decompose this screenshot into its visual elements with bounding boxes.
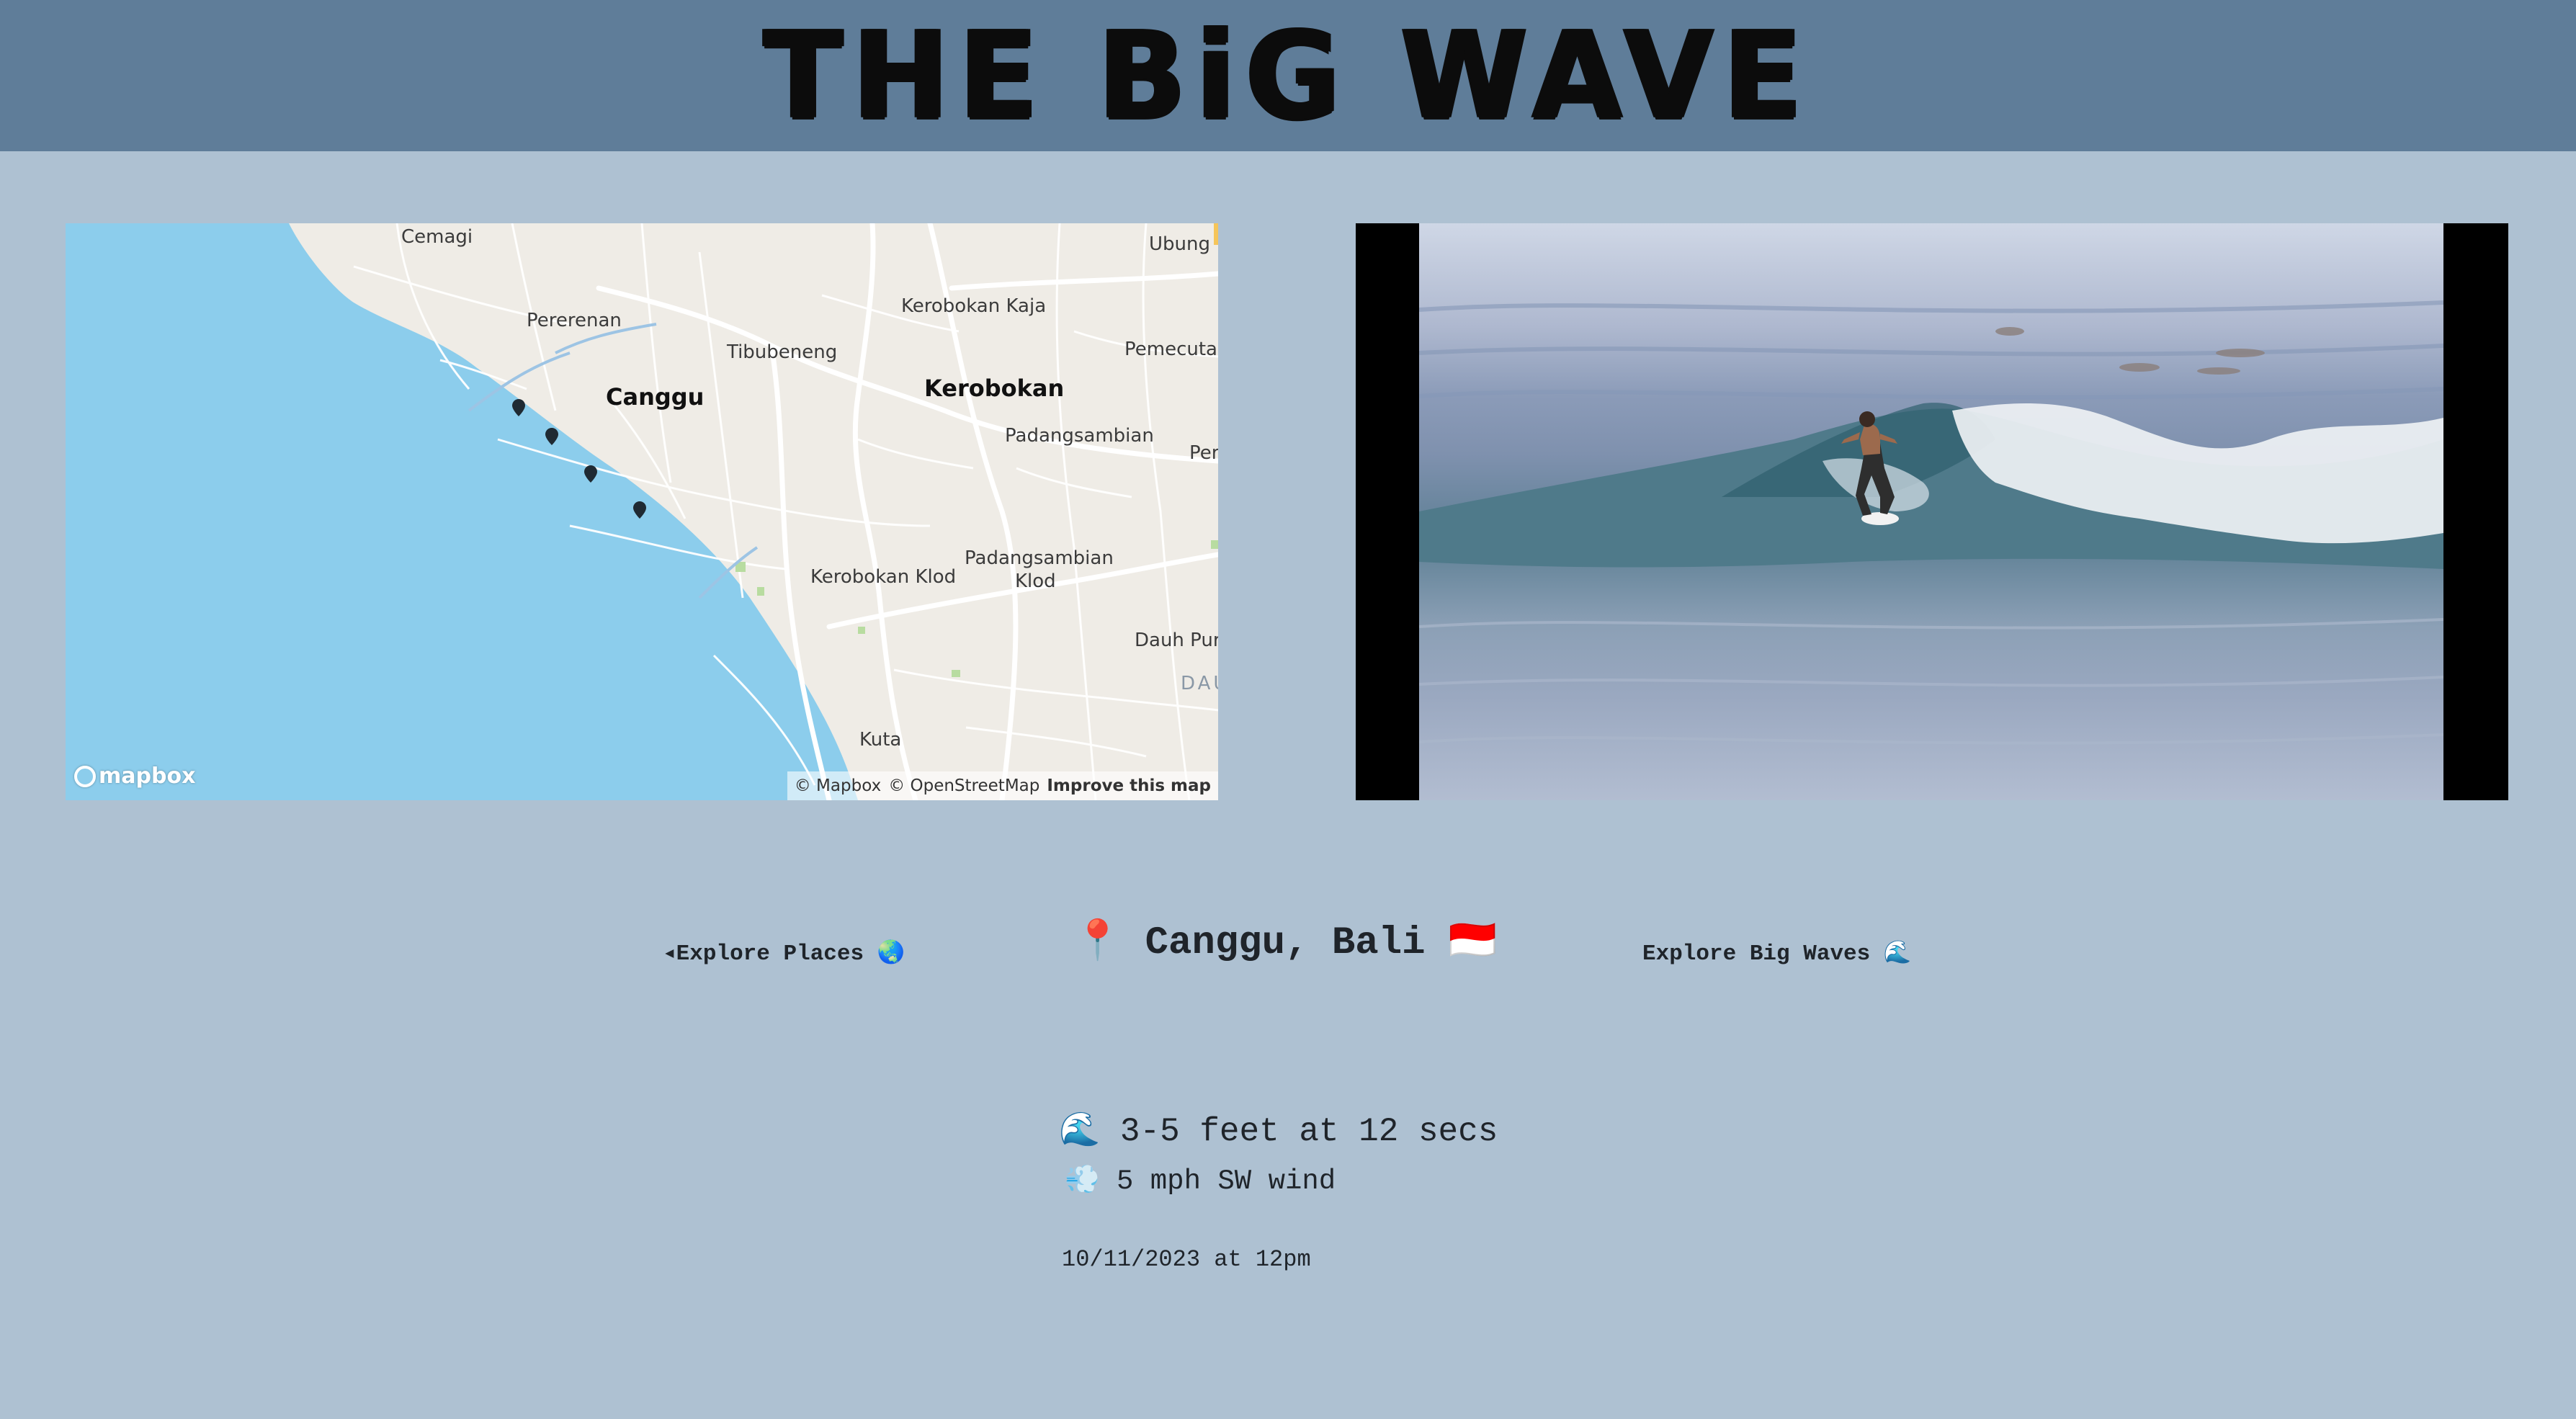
surf-spot-marker[interactable] <box>512 399 525 416</box>
surf-video-frame <box>1419 223 2443 800</box>
surf-spot-marker[interactable] <box>633 501 646 519</box>
improve-map-link[interactable]: Improve this map <box>1047 776 1211 795</box>
mapbox-logo[interactable]: mapbox <box>74 764 195 789</box>
map-label-kerobokan: Kerobokan <box>924 375 1065 402</box>
map-label-canggu: Canggu <box>606 383 705 411</box>
wind-conditions: 💨 5 mph SW wind <box>1065 1165 1336 1197</box>
surf-video-player[interactable] <box>1356 223 2508 800</box>
map-label-cemagi: Cemagi <box>401 226 473 248</box>
map-label-pemecutan: Pemecutar <box>1124 339 1218 360</box>
mapbox-logo-icon <box>74 765 96 787</box>
map-label-pererenan: Pererenan <box>527 310 622 331</box>
map-label-kerobokan-kaja: Kerobokan Kaja <box>901 295 1047 317</box>
map-label-dauh-puri: Dauh Puri <box>1135 630 1218 651</box>
map-label-kuta: Kuta <box>859 729 902 751</box>
explore-big-waves-link[interactable]: Explore Big Waves 🌊 <box>1642 939 1911 967</box>
attribution-mapbox-link[interactable]: © Mapbox <box>795 776 881 795</box>
surf-spot-marker[interactable] <box>545 428 558 445</box>
site-title: THE BiG WAVE <box>764 4 1812 146</box>
map-label-padangsambian-klod: Padangsambian <box>965 547 1114 569</box>
surfer-video <box>1419 300 2443 745</box>
map-label-kerobokan-klod: Kerobokan Klod <box>810 566 957 588</box>
attribution-osm-link[interactable]: © OpenStreetMap <box>888 776 1039 795</box>
map-label-dau: DAU <box>1181 673 1218 694</box>
ocean <box>66 223 858 800</box>
surf-spot-marker[interactable] <box>584 465 597 483</box>
map-label-ubung: Ubung <box>1149 233 1210 255</box>
forecast-timestamp: 10/11/2023 at 12pm <box>1062 1246 1311 1273</box>
mapbox-logo-text: mapbox <box>99 764 196 789</box>
swell-conditions: 🌊 3-5 feet at 12 secs <box>1059 1113 1498 1150</box>
map-label-per: Per <box>1189 442 1218 464</box>
map-label-tibubeneng: Tibubeneng <box>727 341 838 363</box>
site-header: THE BiG WAVE <box>0 0 2576 151</box>
explore-places-link[interactable]: ◂Explore Places 🌏 <box>663 939 905 967</box>
map-label-padangsambian: Padangsambian <box>1005 425 1154 447</box>
location-title: 📍 Canggu, Bali 🇮🇩 <box>1073 921 1498 965</box>
map[interactable]: Cemagi Ubung Pererenan Kerobokan Kaja Ti… <box>66 223 1218 800</box>
map-attribution: © Mapbox © OpenStreetMap Improve this ma… <box>787 771 1218 800</box>
map-label-klod: Klod <box>1015 570 1056 592</box>
